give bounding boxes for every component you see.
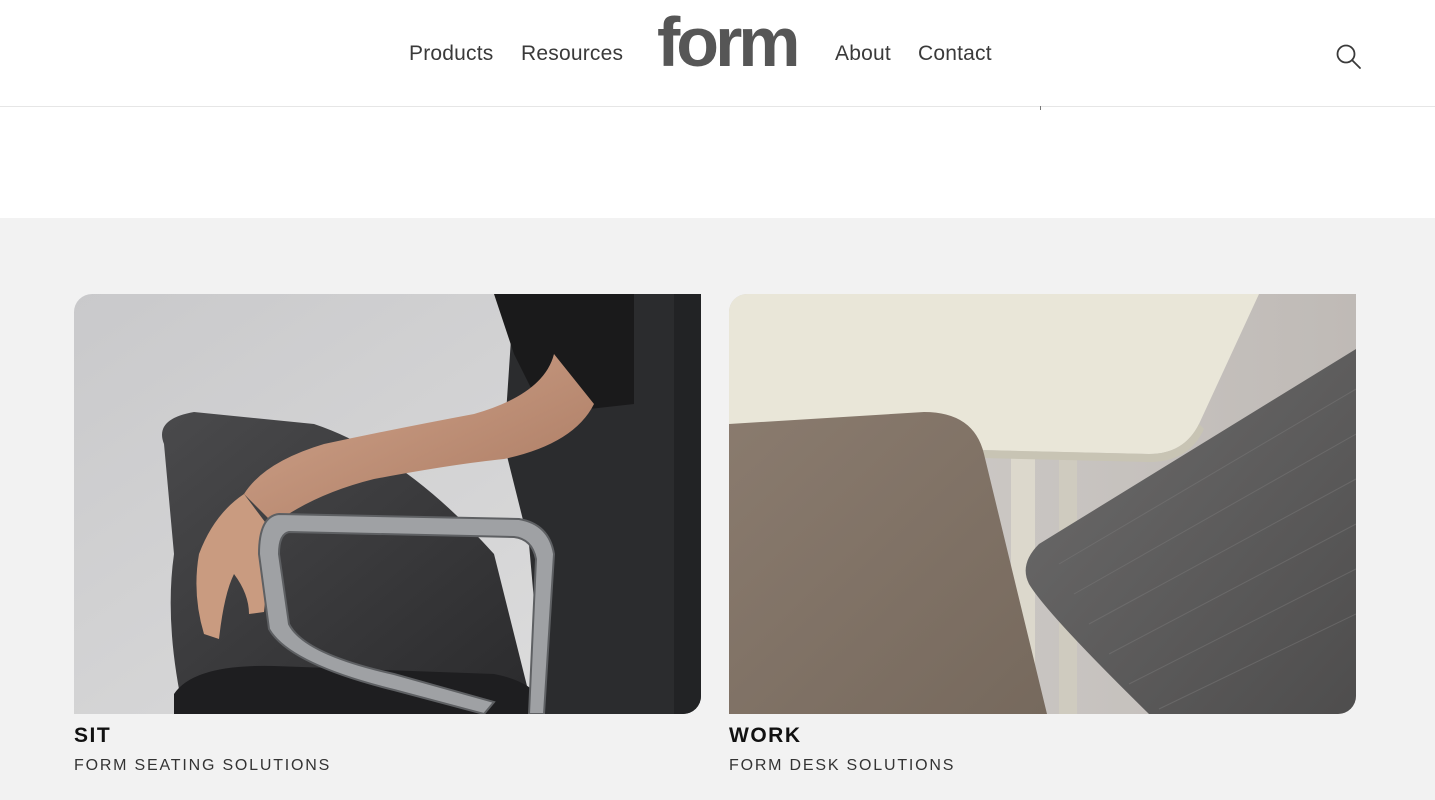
work-card-subtitle: FORM DESK SOLUTIONS <box>729 757 956 774</box>
nav-contact[interactable]: Contact <box>918 42 992 66</box>
intro-section <box>0 107 1435 218</box>
sit-card-title[interactable]: SIT <box>74 724 111 748</box>
sit-card-subtitle: FORM SEATING SOLUTIONS <box>74 757 332 774</box>
nav-resources[interactable]: Resources <box>521 42 623 66</box>
scroll-indicator <box>1040 106 1041 110</box>
search-icon[interactable] <box>1334 42 1362 70</box>
nav-products[interactable]: Products <box>409 42 493 66</box>
sit-card-image[interactable] <box>74 294 701 714</box>
site-header: Products Resources form About Contact <box>0 0 1435 107</box>
form-logo[interactable]: form <box>657 4 801 80</box>
nav-about[interactable]: About <box>835 42 891 66</box>
work-card-image[interactable] <box>729 294 1356 714</box>
work-card[interactable]: WORK FORM DESK SOLUTIONS <box>729 294 1356 794</box>
work-card-title[interactable]: WORK <box>729 724 802 748</box>
sit-card[interactable]: SIT FORM SEATING SOLUTIONS <box>74 294 701 794</box>
